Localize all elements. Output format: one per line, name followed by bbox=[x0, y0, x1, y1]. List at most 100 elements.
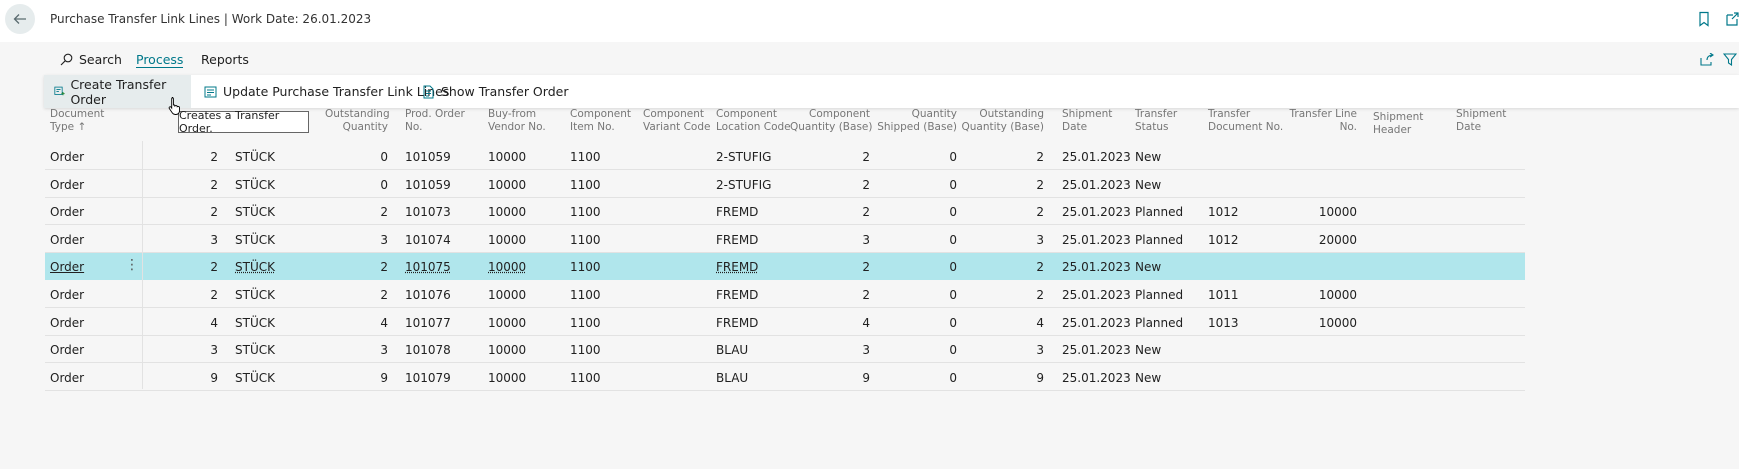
shipment-date-cell: 25.01.2023 bbox=[1062, 232, 1131, 247]
table-row[interactable]: Order 3 STÜCK 3 101074 10000 1100 FREMD 3 0 3 25.01… bbox=[45, 226, 1525, 253]
popout-icon[interactable] bbox=[1725, 11, 1739, 27]
document-type-cell[interactable]: Order bbox=[50, 288, 84, 302]
outstanding-quantity-cell: 2 bbox=[380, 288, 388, 302]
column-header-document-type[interactable]: Document Type ↑ bbox=[50, 108, 104, 134]
document-type-cell[interactable]: Order bbox=[50, 343, 84, 357]
transfer-status-cell: Planned bbox=[1135, 232, 1184, 247]
table-row[interactable]: Order 2 STÜCK 0 101059 10000 1100 2-STUFIG 2 0 2 25… bbox=[45, 171, 1525, 198]
column-divider bbox=[142, 141, 143, 389]
component-quantity-base-cell: 9 bbox=[862, 370, 870, 385]
column-header-transfer-status[interactable]: Transfer Status bbox=[1135, 108, 1177, 134]
transfer-status-cell: New bbox=[1135, 260, 1162, 275]
vendor-no-cell: 10000 bbox=[488, 315, 527, 330]
component-quantity-base-cell: 2 bbox=[862, 260, 870, 275]
action-bar: Search Process Reports bbox=[48, 49, 1738, 73]
document-type-cell[interactable]: Order bbox=[50, 233, 84, 247]
table-row[interactable]: Order 9 STÜCK 9 101079 10000 1100 BLAU 9 0 9 25.01.… bbox=[45, 364, 1525, 391]
component-item-no-cell: 1100 bbox=[570, 343, 601, 358]
bookmark-icon[interactable] bbox=[1697, 11, 1711, 27]
document-type-cell[interactable]: Order bbox=[50, 150, 84, 164]
quantity-shipped-base-cell: 0 bbox=[949, 370, 957, 385]
back-button[interactable] bbox=[5, 4, 35, 34]
table-row[interactable]: Order 2 STÜCK 0 101059 10000 1100 2-STUFIG 2 0 2 25… bbox=[45, 143, 1525, 170]
outstanding-quantity-base-cell: 3 bbox=[1036, 232, 1044, 247]
prod-order-no-cell: 101079 bbox=[405, 370, 451, 385]
component-quantity-base-cell: 2 bbox=[862, 288, 870, 302]
column-header-outstanding-quantity[interactable]: Outstanding Quantity bbox=[325, 108, 390, 134]
column-header-shipment-header[interactable]: Shipment Header bbox=[1373, 111, 1423, 137]
vendor-no-cell: 10000 bbox=[488, 370, 527, 385]
column-header-component-quantity-base[interactable]: Component Quantity (Base) bbox=[790, 108, 872, 134]
component-quantity-base-cell: 2 bbox=[862, 177, 870, 192]
table-row[interactable]: Order 2 STÜCK 2 101073 10000 1100 FREMD 2 0 2 25.01… bbox=[45, 198, 1525, 226]
column-header-vendor-no[interactable]: Buy-from Vendor No. bbox=[488, 108, 546, 134]
document-type-cell[interactable]: Order bbox=[50, 260, 84, 274]
component-item-no-cell: 1100 bbox=[570, 150, 601, 164]
tab-process[interactable]: Process bbox=[136, 52, 184, 68]
transfer-status-cell: Planned bbox=[1135, 288, 1184, 302]
transfer-document-no-cell: 1012 bbox=[1208, 232, 1239, 247]
document-type-cell[interactable]: Order bbox=[50, 205, 84, 219]
table-row[interactable]: Order 4 STÜCK 4 101077 10000 1100 FREMD 4 0 4 25.01… bbox=[45, 309, 1525, 336]
vendor-no-cell: 10000 bbox=[488, 260, 527, 275]
row-menu-icon[interactable]: ⋮ bbox=[125, 258, 139, 272]
shipment-date-cell: 25.01.2023 bbox=[1062, 343, 1131, 358]
arrow-left-icon bbox=[13, 14, 26, 24]
prod-order-no-cell: 101076 bbox=[405, 288, 451, 302]
mouse-cursor-icon bbox=[168, 97, 180, 115]
unit-of-measure-cell: STÜCK bbox=[235, 343, 275, 358]
tab-reports[interactable]: Reports bbox=[201, 52, 249, 67]
create-transfer-order-icon bbox=[54, 86, 65, 95]
outstanding-quantity-base-cell: 4 bbox=[1036, 315, 1044, 330]
share-icon[interactable] bbox=[1700, 53, 1714, 66]
table-row[interactable]: Order 3 STÜCK 3 101078 10000 1100 BLAU 3 0 3 25.01.… bbox=[45, 336, 1525, 364]
vendor-no-cell: 10000 bbox=[488, 343, 527, 358]
transfer-status-cell: New bbox=[1135, 343, 1162, 358]
column-header-component-variant-code[interactable]: Component Variant Code bbox=[643, 108, 710, 134]
column-header-component-location-code[interactable]: Component Location Code bbox=[716, 108, 791, 134]
column-header-transfer-document-no[interactable]: Transfer Document No. bbox=[1208, 108, 1283, 134]
outstanding-quantity-base-cell: 2 bbox=[1036, 177, 1044, 192]
component-quantity-base-cell: 3 bbox=[862, 232, 870, 247]
quantity-cell: 9 bbox=[210, 370, 218, 385]
quantity-shipped-base-cell: 0 bbox=[949, 288, 957, 302]
shipment-date-cell: 25.01.2023 bbox=[1062, 205, 1131, 220]
shipment-date-cell: 25.01.2023 bbox=[1062, 370, 1131, 385]
unit-of-measure-cell: STÜCK bbox=[235, 205, 275, 220]
transfer-document-no-cell: 1011 bbox=[1208, 288, 1239, 302]
table-row[interactable]: Order 2 STÜCK 2 101076 10000 1100 FREMD 2 0 2 25.01… bbox=[45, 281, 1525, 308]
component-item-no-cell: 1100 bbox=[570, 288, 601, 302]
outstanding-quantity-cell: 2 bbox=[380, 260, 388, 275]
outstanding-quantity-base-cell: 3 bbox=[1036, 343, 1044, 358]
filter-icon[interactable] bbox=[1723, 53, 1737, 66]
tooltip: Creates a Transfer Order. bbox=[178, 109, 309, 135]
column-header-transfer-line-no[interactable]: Transfer Line No. bbox=[1285, 108, 1357, 134]
table-row[interactable]: Order 2 STÜCK 2 101075 10000 1100 FREMD 2 0 2 25.01… bbox=[45, 253, 1525, 281]
column-header-shipment-date[interactable]: Shipment Date bbox=[1062, 108, 1112, 134]
prod-order-no-cell: 101059 bbox=[405, 150, 451, 164]
quantity-shipped-base-cell: 0 bbox=[949, 150, 957, 164]
column-header-prod-order-no[interactable]: Prod. Order No. bbox=[405, 108, 465, 134]
document-type-cell[interactable]: Order bbox=[50, 371, 84, 385]
transfer-line-no-cell: 10000 bbox=[1318, 315, 1357, 330]
show-transfer-order-button[interactable]: Show Transfer Order bbox=[412, 75, 578, 108]
column-header-component-item-no[interactable]: Component Item No. bbox=[570, 108, 631, 134]
transfer-status-cell: Planned bbox=[1135, 315, 1184, 330]
column-header-outstanding-quantity-base[interactable]: Outstanding Quantity (Base) bbox=[960, 108, 1044, 134]
prod-order-no-cell: 101078 bbox=[405, 343, 451, 358]
outstanding-quantity-base-cell: 2 bbox=[1036, 288, 1044, 302]
document-type-cell[interactable]: Order bbox=[50, 178, 84, 192]
column-header-quantity-shipped-base[interactable]: Quantity Shipped (Base) bbox=[875, 108, 957, 134]
column-header-shipment-date-2[interactable]: Shipment Date bbox=[1456, 108, 1506, 134]
vendor-no-cell: 10000 bbox=[488, 150, 527, 164]
transfer-status-cell: New bbox=[1135, 370, 1162, 385]
unit-of-measure-cell: STÜCK bbox=[235, 288, 275, 302]
document-type-cell[interactable]: Order bbox=[50, 316, 84, 330]
show-transfer-order-label: Show Transfer Order bbox=[441, 84, 569, 99]
top-bar: Purchase Transfer Link Lines | Work Date… bbox=[0, 0, 1739, 42]
quantity-cell: 3 bbox=[210, 343, 218, 358]
quantity-shipped-base-cell: 0 bbox=[949, 232, 957, 247]
search-button[interactable]: Search bbox=[60, 52, 122, 67]
quantity-cell: 2 bbox=[210, 260, 218, 275]
shipment-date-cell: 25.01.2023 bbox=[1062, 260, 1131, 275]
